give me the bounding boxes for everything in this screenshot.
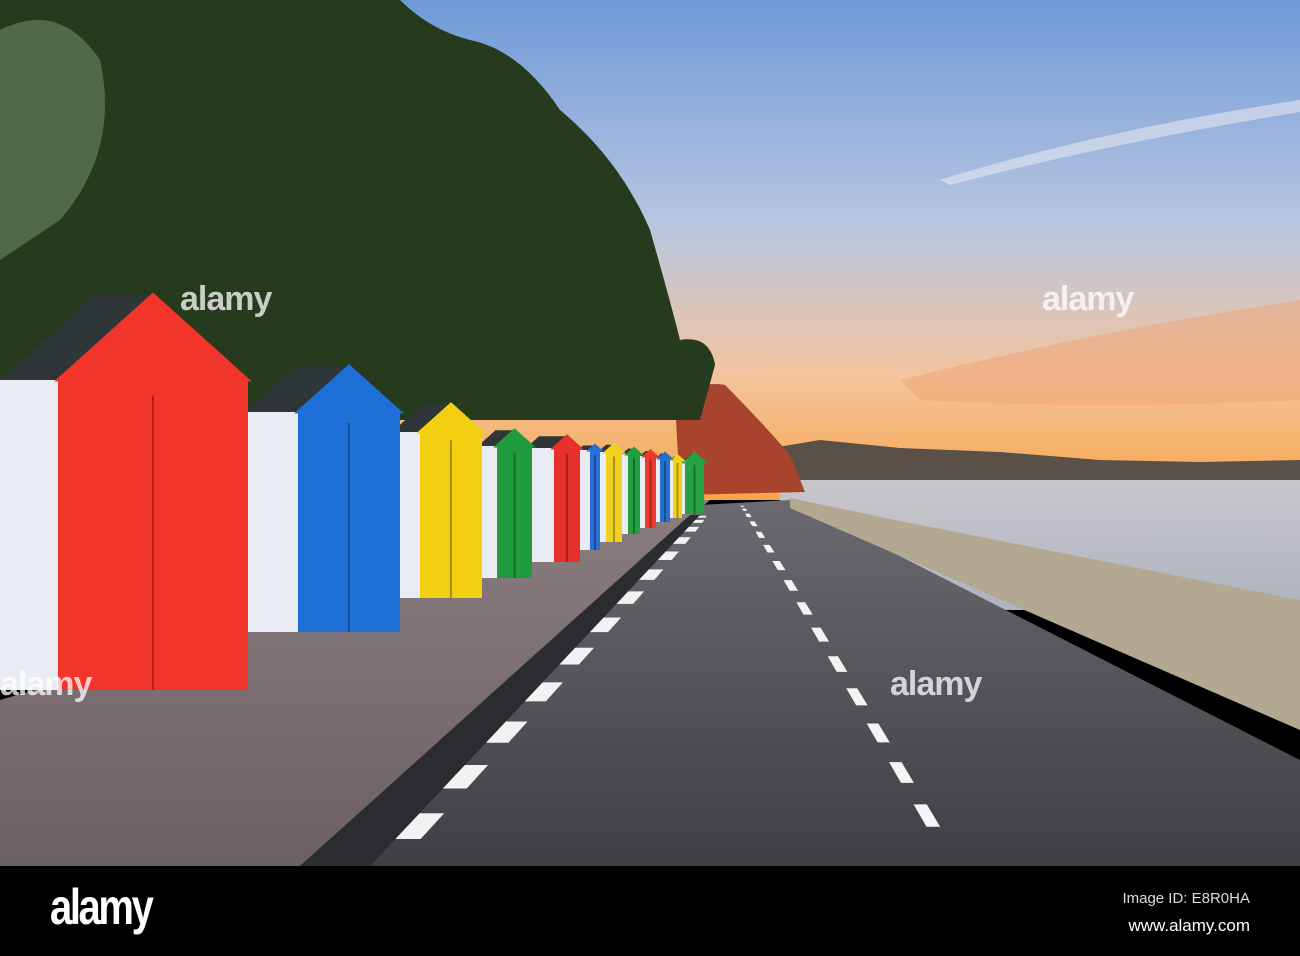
beach-hut: [392, 402, 486, 598]
watermark: alamy: [1042, 280, 1134, 318]
hut-side-wall: [640, 456, 645, 528]
watermark: alamy: [0, 665, 92, 703]
beach-hut: [681, 451, 708, 514]
hut-side-wall: [0, 380, 58, 690]
watermark: alamy: [890, 665, 982, 703]
website-link[interactable]: www.alamy.com: [1128, 916, 1250, 936]
hut-side-wall: [656, 458, 660, 522]
watermark: alamy: [180, 280, 272, 318]
beach-huts-photo: [0, 0, 1300, 866]
beach-hut: [598, 442, 626, 542]
beach-hut: [578, 443, 604, 550]
image-id: Image ID: E8R0HA: [1122, 890, 1250, 907]
beach-hut: [478, 428, 536, 578]
hut-side-wall: [670, 460, 673, 518]
stock-photo: alamy alamy alamy alamy alamy Image ID: …: [0, 0, 1300, 956]
beach-hut: [526, 434, 584, 562]
beach-hut: [622, 446, 644, 534]
hut-side-wall: [245, 412, 298, 632]
beach-hut: [640, 449, 660, 528]
alamy-logo: alamy: [50, 879, 154, 935]
hut-side-wall: [622, 454, 628, 534]
footer-bar: alamy Image ID: E8R0HA www.alamy.com: [0, 866, 1300, 956]
beach-hut: [245, 364, 404, 632]
beach-hut: [0, 292, 252, 690]
kerb-mark: [697, 516, 707, 518]
beach-hut: [656, 451, 674, 522]
beach-hut: [669, 453, 686, 518]
hut-side-wall: [682, 462, 685, 514]
